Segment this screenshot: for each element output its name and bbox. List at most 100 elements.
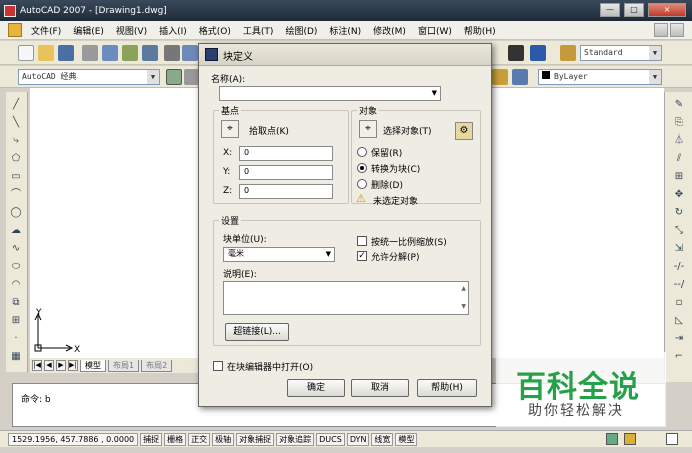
line-icon[interactable]: ╱ — [9, 98, 23, 111]
help-icon[interactable] — [530, 45, 546, 61]
next-tab-icon[interactable]: ▶ — [56, 360, 66, 371]
block-unit-select[interactable]: 毫米 ▼ — [223, 247, 335, 262]
insert-block-icon[interactable]: ⧉ — [9, 296, 23, 309]
menu-window[interactable]: 窗口(W) — [412, 24, 458, 37]
otrack-toggle[interactable]: 对象追踪 — [276, 432, 315, 446]
close-button[interactable]: × — [648, 3, 686, 17]
text-style-select[interactable]: Standard ▼ — [580, 45, 662, 61]
ortho-toggle[interactable]: 正交 — [188, 432, 211, 446]
tab-model[interactable]: 模型 — [80, 359, 106, 372]
ducs-toggle[interactable]: DUCS — [316, 432, 345, 446]
quick-select-button[interactable]: ⚙ — [455, 122, 473, 140]
menu-dimension[interactable]: 标注(N) — [323, 24, 367, 37]
workspace-settings-icon[interactable] — [166, 69, 182, 85]
clean-screen-icon[interactable] — [666, 433, 678, 445]
pick-point-button[interactable]: ⌖ — [221, 120, 239, 138]
hatch-icon[interactable]: ▦ — [9, 350, 23, 363]
offset-icon[interactable]: ⫽ — [672, 152, 686, 165]
dyn-toggle[interactable]: DYN — [346, 432, 370, 446]
first-tab-icon[interactable]: |◀ — [32, 360, 42, 371]
cancel-button[interactable]: 取消 — [351, 379, 409, 397]
retain-radio[interactable] — [357, 147, 367, 157]
minimize-button[interactable]: — — [600, 3, 620, 17]
menu-format[interactable]: 格式(O) — [193, 24, 237, 37]
convert-to-block-radio[interactable] — [357, 163, 367, 173]
menu-tools[interactable]: 工具(T) — [237, 24, 280, 37]
polygon-icon[interactable]: ⬠ — [9, 152, 23, 165]
move-icon[interactable]: ✥ — [672, 188, 686, 201]
save-icon[interactable] — [58, 45, 74, 61]
coordinates-display[interactable]: 1529.1956, 457.7886 , 0.0000 — [8, 432, 139, 446]
mirror-icon[interactable]: ⏃ — [672, 134, 686, 147]
color-select[interactable]: ByLayer ▼ — [538, 69, 662, 85]
cut-icon[interactable] — [164, 45, 180, 61]
ellipse-icon[interactable]: ⬭ — [9, 260, 23, 273]
fillet-icon[interactable]: ⌐ — [672, 350, 686, 363]
document-icon[interactable] — [8, 23, 22, 37]
description-textarea[interactable]: ▲ ▼ — [223, 281, 469, 315]
open-icon[interactable] — [38, 45, 54, 61]
text-style-icon[interactable] — [560, 45, 576, 61]
menu-view[interactable]: 视图(V) — [110, 24, 153, 37]
polar-toggle[interactable]: 极轴 — [212, 432, 235, 446]
delete-radio[interactable] — [357, 179, 367, 189]
ok-button[interactable]: 确定 — [287, 379, 345, 397]
3d-dwf-icon[interactable] — [142, 45, 158, 61]
make-current-icon[interactable] — [512, 69, 528, 85]
menu-modify[interactable]: 修改(M) — [367, 24, 412, 37]
spline-icon[interactable]: ∿ — [9, 242, 23, 255]
select-objects-button[interactable]: ⌖ — [359, 120, 377, 138]
dialog-titlebar[interactable]: 块定义 — [199, 44, 491, 66]
erase-icon[interactable]: ✎ — [672, 98, 686, 111]
publish-icon[interactable] — [122, 45, 138, 61]
chamfer-icon[interactable]: ◺ — [672, 314, 686, 327]
communication-center-icon[interactable] — [606, 433, 618, 445]
scale-uniformly-checkbox[interactable] — [357, 236, 367, 246]
break-icon[interactable]: ▫ — [672, 296, 686, 309]
polyline-icon[interactable]: ⤷ — [9, 134, 23, 147]
doc-minimize-button[interactable] — [654, 23, 668, 37]
extend-icon[interactable]: --/ — [672, 278, 686, 291]
calculator-icon[interactable] — [508, 45, 524, 61]
tab-layout2[interactable]: 布局2 — [141, 359, 173, 372]
maximize-button[interactable]: □ — [624, 3, 644, 17]
y-coordinate-input[interactable]: 0 — [239, 165, 333, 180]
workspace-select[interactable]: AutoCAD 经典 ▼ — [18, 69, 160, 85]
construction-line-icon[interactable]: ╲ — [9, 116, 23, 129]
block-name-combo[interactable]: ▼ — [219, 86, 441, 101]
hyperlink-button[interactable]: 超链接(L)... — [225, 323, 289, 341]
print-icon[interactable] — [82, 45, 98, 61]
prev-tab-icon[interactable]: ◀ — [44, 360, 54, 371]
trim-icon[interactable]: -/- — [672, 260, 686, 273]
menu-insert[interactable]: 插入(I) — [153, 24, 193, 37]
lock-icon[interactable] — [624, 433, 636, 445]
menu-draw[interactable]: 绘图(D) — [279, 24, 323, 37]
model-toggle[interactable]: 模型 — [395, 432, 418, 446]
rectangle-icon[interactable]: ▭ — [9, 170, 23, 183]
menu-file[interactable]: 文件(F) — [25, 24, 67, 37]
menu-help[interactable]: 帮助(H) — [458, 24, 502, 37]
point-icon[interactable]: · — [9, 332, 23, 345]
lineweight-toggle[interactable]: 线宽 — [371, 432, 394, 446]
scroll-up-icon[interactable]: ▲ — [461, 283, 466, 295]
x-coordinate-input[interactable]: 0 — [239, 146, 333, 161]
last-tab-icon[interactable]: ▶| — [68, 360, 78, 371]
doc-restore-button[interactable] — [670, 23, 684, 37]
tab-layout1[interactable]: 布局1 — [108, 359, 140, 372]
new-icon[interactable] — [18, 45, 34, 61]
make-block-icon[interactable]: ⊞ — [9, 314, 23, 327]
array-icon[interactable]: ⊞ — [672, 170, 686, 183]
osnap-toggle[interactable]: 对象捕捉 — [236, 432, 275, 446]
ellipse-arc-icon[interactable]: ◠ — [9, 278, 23, 291]
circle-icon[interactable]: ◯ — [9, 206, 23, 219]
menu-edit[interactable]: 编辑(E) — [67, 24, 110, 37]
rotate-icon[interactable]: ↻ — [672, 206, 686, 219]
stretch-icon[interactable]: ⇲ — [672, 242, 686, 255]
open-in-editor-checkbox[interactable] — [213, 361, 223, 371]
layer-previous-icon[interactable] — [492, 69, 508, 85]
revision-cloud-icon[interactable]: ☁ — [9, 224, 23, 237]
copy-object-icon[interactable]: ⎘ — [672, 116, 686, 129]
arc-icon[interactable]: ⌒ — [9, 188, 23, 201]
plot-preview-icon[interactable] — [102, 45, 118, 61]
scale-icon[interactable]: ⤡ — [672, 224, 686, 237]
